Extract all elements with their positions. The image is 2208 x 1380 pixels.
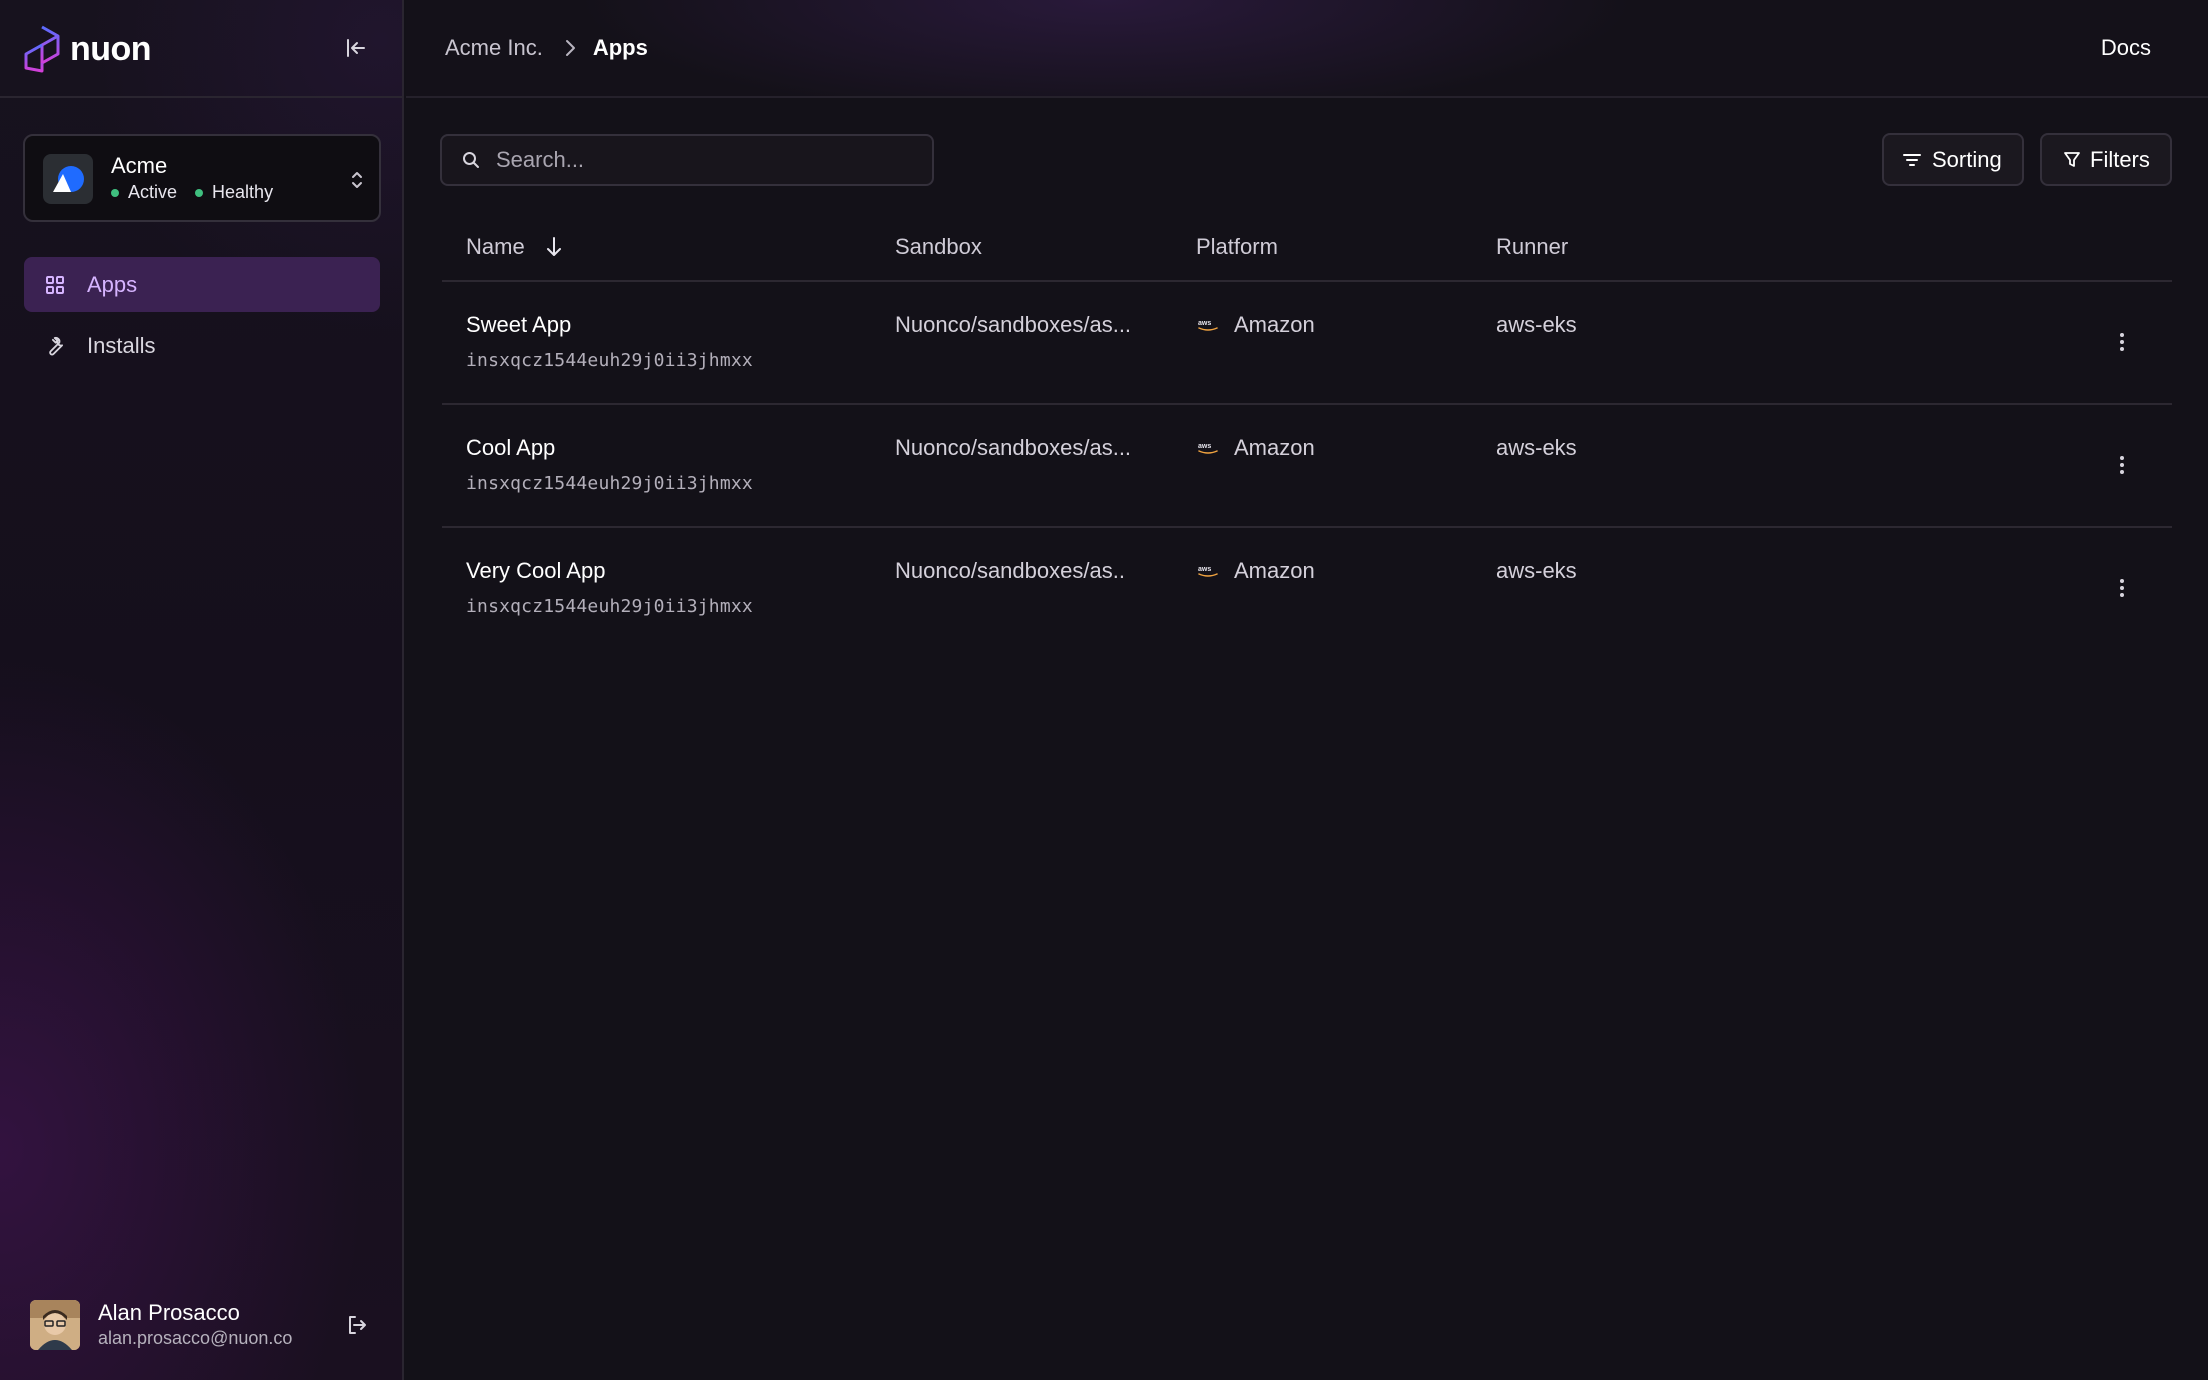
sidebar: nuon Acme Active Healthy Apps Installs A… xyxy=(0,0,404,1380)
user-email: alan.prosacco@nuon.co xyxy=(98,1328,293,1348)
sidebar-header: nuon xyxy=(0,0,402,98)
search-box xyxy=(440,134,934,186)
logout-icon xyxy=(349,1316,366,1334)
app-name[interactable]: Very Cool App xyxy=(466,558,605,584)
breadcrumb: Acme Inc. Apps xyxy=(445,35,648,61)
health-status-dot xyxy=(195,188,204,197)
org-status: Active Healthy xyxy=(111,182,273,203)
avatar[interactable] xyxy=(30,1300,80,1350)
sort-lines-icon xyxy=(1902,150,1922,170)
logout-button[interactable] xyxy=(342,1310,372,1340)
table-header: Name Sandbox Platform Runner xyxy=(442,210,2172,282)
runner-cell: aws-eks xyxy=(1496,558,1577,583)
sandbox-cell: Nuonco/sandboxes/as... xyxy=(895,435,1132,460)
search-input[interactable] xyxy=(496,147,926,173)
org-health-label: Healthy xyxy=(212,182,274,202)
app-id: insxqcz1544euh29j0ii3jhmxx xyxy=(466,473,753,494)
row-actions-button[interactable] xyxy=(2108,449,2136,481)
search-icon xyxy=(462,150,482,170)
table-row[interactable]: Cool App insxqcz1544euh29j0ii3jhmxx Nuon… xyxy=(442,405,2172,528)
column-header-platform[interactable]: Platform xyxy=(1196,234,1278,260)
app-id: insxqcz1544euh29j0ii3jhmxx xyxy=(466,350,753,371)
svg-text:aws: aws xyxy=(1198,566,1211,573)
filters-label: Filters xyxy=(2090,146,2150,172)
row-actions-button[interactable] xyxy=(2108,572,2136,604)
grid-icon xyxy=(44,274,66,296)
nuon-logo-icon xyxy=(24,25,60,73)
sidebar-item-label: Installs xyxy=(87,332,156,358)
column-header-name[interactable]: Name xyxy=(466,234,563,260)
user-name: Alan Prosacco xyxy=(98,1300,240,1325)
platform-label: Amazon xyxy=(1234,558,1315,583)
org-name: Acme xyxy=(111,153,168,178)
aws-icon: aws xyxy=(1196,563,1220,579)
top-bar: Acme Inc. Apps Docs xyxy=(406,0,2208,98)
platform-label: Amazon xyxy=(1234,435,1315,460)
column-header-label: Name xyxy=(466,234,525,259)
app-name[interactable]: Sweet App xyxy=(466,312,571,338)
sorting-label: Sorting xyxy=(1932,146,2002,172)
svg-text:aws: aws xyxy=(1198,320,1211,327)
table-row[interactable]: Very Cool App insxqcz1544euh29j0ii3jhmxx… xyxy=(442,528,2172,651)
chevron-right-icon xyxy=(563,38,577,58)
main-content: Acme Inc. Apps Docs Sorting xyxy=(406,0,2208,1380)
more-vertical-icon xyxy=(2120,456,2124,474)
breadcrumb-current: Apps xyxy=(592,35,648,60)
arrow-down-icon xyxy=(545,236,563,258)
app-name[interactable]: Cool App xyxy=(466,435,555,461)
filter-icon xyxy=(2062,150,2082,170)
svg-text:aws: aws xyxy=(1198,443,1211,450)
filters-button[interactable]: Filters xyxy=(2040,133,2172,186)
row-actions-button[interactable] xyxy=(2108,326,2136,358)
org-logo-icon xyxy=(53,166,84,192)
wrench-icon xyxy=(44,335,66,357)
more-vertical-icon xyxy=(2120,579,2124,597)
platform-cell: aws Amazon xyxy=(1196,312,1315,338)
platform-label: Amazon xyxy=(1234,312,1315,337)
more-vertical-icon xyxy=(2120,333,2124,351)
runner-cell: aws-eks xyxy=(1496,435,1577,460)
sidebar-item-label: Apps xyxy=(87,271,138,297)
collapse-sidebar-button[interactable] xyxy=(340,32,372,64)
sidebar-item-apps[interactable]: Apps xyxy=(24,257,380,312)
active-status-dot xyxy=(111,188,119,197)
org-switcher[interactable]: Acme Active Healthy xyxy=(23,134,381,222)
aws-icon: aws xyxy=(1196,317,1220,333)
org-status-label: Active xyxy=(128,182,178,202)
app-id: insxqcz1544euh29j0ii3jhmxx xyxy=(466,596,753,617)
column-header-runner[interactable]: Runner xyxy=(1496,234,1568,260)
org-avatar xyxy=(43,154,93,204)
user-profile: Alan Prosacco alan.prosacco@nuon.co xyxy=(30,1298,390,1352)
sorting-button[interactable]: Sorting xyxy=(1882,133,2024,186)
platform-cell: aws Amazon xyxy=(1196,435,1315,461)
breadcrumb-org[interactable]: Acme Inc. xyxy=(445,35,543,61)
table-row[interactable]: Sweet App insxqcz1544euh29j0ii3jhmxx Nuo… xyxy=(442,282,2172,405)
sandbox-cell: Nuonco/sandboxes/as... xyxy=(895,312,1132,337)
collapse-left-icon xyxy=(347,39,365,57)
docs-link[interactable]: Docs xyxy=(2101,35,2151,61)
runner-cell: aws-eks xyxy=(1496,312,1577,337)
sandbox-cell: Nuonco/sandboxes/as.. xyxy=(895,558,1125,583)
brand-name: nuon xyxy=(70,30,152,68)
sidebar-item-installs[interactable]: Installs xyxy=(24,318,380,373)
chevron-up-down-icon xyxy=(345,166,369,194)
aws-icon: aws xyxy=(1196,440,1220,456)
platform-cell: aws Amazon xyxy=(1196,558,1315,584)
column-header-sandbox[interactable]: Sandbox xyxy=(895,234,982,260)
